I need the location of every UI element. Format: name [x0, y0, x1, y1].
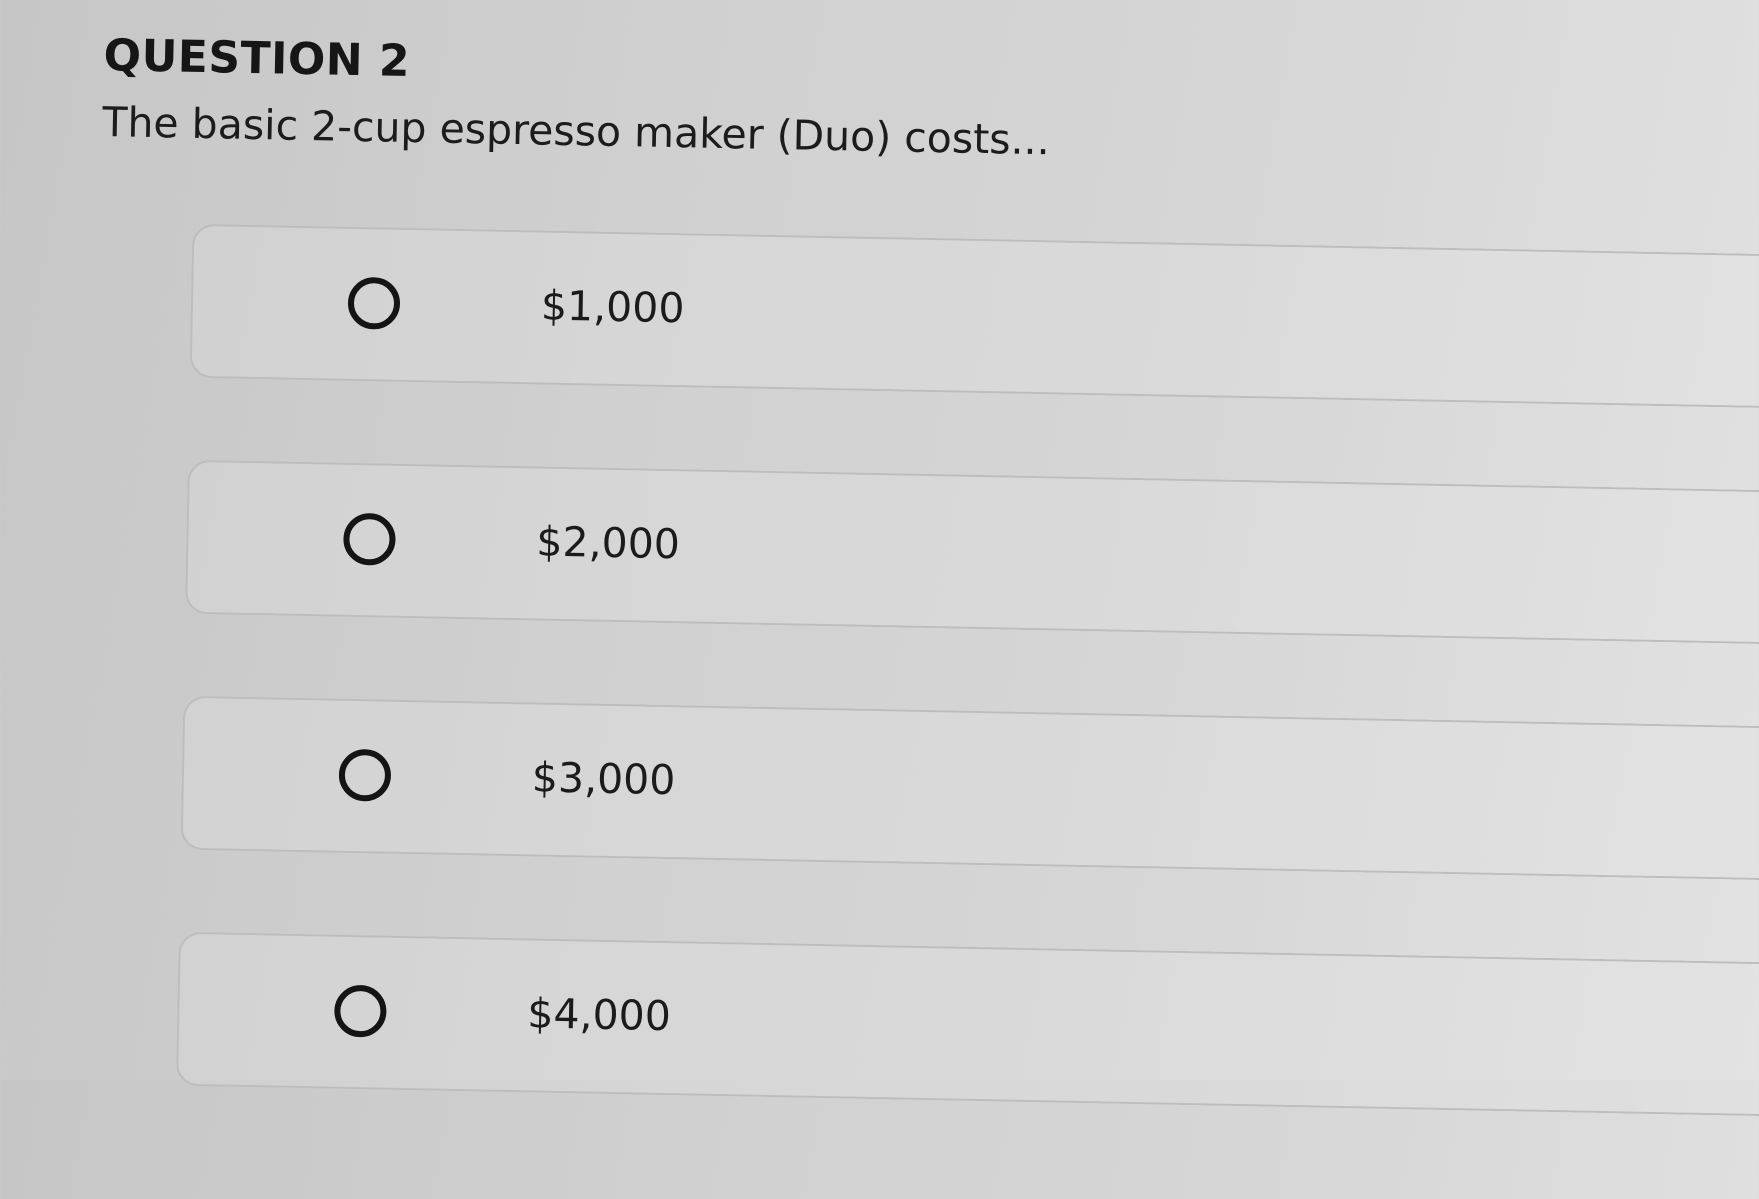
- answer-option-3[interactable]: $3,000: [180, 695, 1759, 881]
- answer-options: $1,000 $2,000 $3,000 $4,000: [174, 223, 1759, 1199]
- answer-option-label: $3,000: [531, 753, 676, 805]
- radio-button-icon[interactable]: [347, 276, 401, 330]
- radio-button-icon[interactable]: [342, 512, 396, 566]
- answer-option-2[interactable]: $2,000: [185, 459, 1759, 645]
- answer-option-label: $1,000: [540, 281, 685, 333]
- question-number: QUESTION 2: [103, 30, 411, 87]
- radio-button-icon[interactable]: [333, 984, 387, 1038]
- answer-option-4[interactable]: $4,000: [175, 931, 1759, 1117]
- answer-option-1[interactable]: $1,000: [189, 223, 1759, 409]
- answer-option-label: $4,000: [526, 989, 672, 1041]
- question-text: The basic 2-cup espresso maker (Duo) cos…: [101, 98, 1051, 165]
- answer-option-label: $2,000: [535, 517, 681, 569]
- radio-button-icon[interactable]: [338, 748, 392, 802]
- quiz-question: QUESTION 2 The basic 2-cup espresso make…: [0, 0, 1759, 1117]
